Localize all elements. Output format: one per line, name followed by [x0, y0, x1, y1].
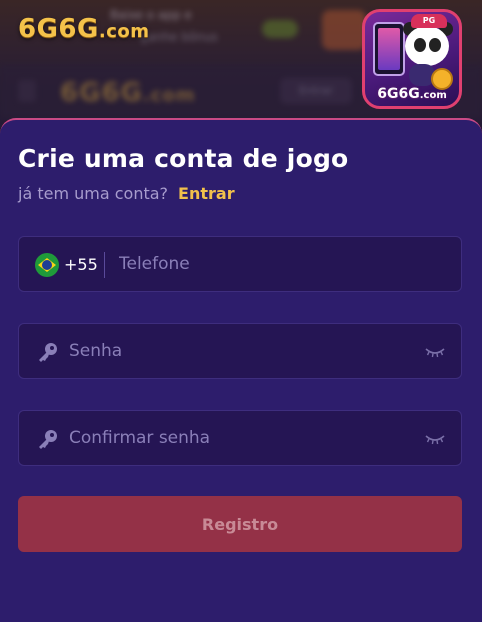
site-logo[interactable]: 6G6G.com [18, 14, 150, 44]
login-link[interactable]: Entrar [178, 184, 235, 203]
panda-cap: PG [411, 14, 447, 28]
background-logo-suffix: .com [142, 85, 196, 106]
register-button[interactable]: Registro [18, 496, 462, 552]
app-icon-label-suffix: .com [419, 90, 447, 101]
app-icon-label: 6G6G.com [365, 86, 459, 102]
login-prompt: já tem uma conta? Entrar [18, 184, 235, 203]
app-icon[interactable]: PG 6G6G.com [362, 9, 462, 109]
registration-panel: Crie uma conta de jogo já tem uma conta?… [0, 118, 482, 622]
phone-field[interactable]: +55 [18, 236, 462, 292]
background-button [322, 10, 366, 50]
confirm-password-field[interactable] [18, 410, 462, 466]
brazil-flag-icon[interactable] [35, 253, 59, 277]
eye-closed-icon[interactable] [425, 346, 445, 358]
site-logo-suffix: .com [98, 21, 150, 42]
background-login-button: Entrar [280, 78, 352, 104]
background-logo-text: 6G6G [60, 78, 143, 108]
login-prompt-text: já tem uma conta? [18, 184, 169, 203]
field-divider [104, 252, 105, 278]
phone-illustration [373, 22, 405, 76]
phone-input[interactable] [119, 237, 439, 291]
panda-eye [414, 38, 426, 52]
password-field[interactable] [18, 323, 462, 379]
app-icon-label-main: 6G6G [377, 86, 420, 102]
site-logo-text: 6G6G [18, 14, 99, 44]
panda-eye [429, 38, 441, 52]
key-icon [39, 430, 57, 449]
background-promo-subtext: ganhe bônus [140, 30, 218, 44]
key-icon [39, 343, 57, 362]
panda-mascot-icon [405, 26, 449, 66]
background-badge [262, 20, 298, 38]
page-title: Crie uma conta de jogo [18, 144, 349, 173]
eye-closed-icon[interactable] [425, 433, 445, 445]
background-logo: 6G6G.com [60, 78, 196, 108]
password-input[interactable] [69, 324, 419, 378]
dial-code[interactable]: +55 [64, 255, 98, 274]
confirm-password-input[interactable] [69, 411, 419, 465]
background-menu-icon [18, 80, 36, 102]
